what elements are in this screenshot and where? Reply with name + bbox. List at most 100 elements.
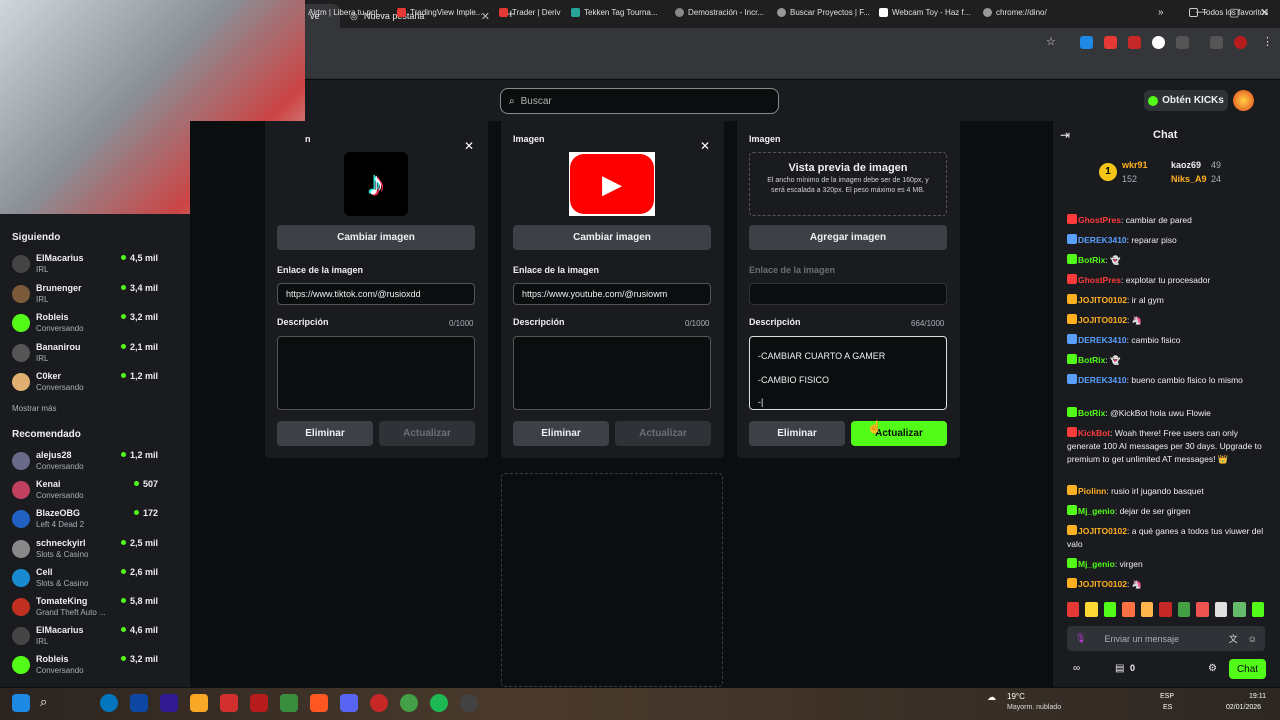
delete-button[interactable]: Eliminar — [749, 421, 845, 446]
premiere-icon[interactable] — [160, 694, 178, 712]
collapse-chat-icon[interactable]: ⇥ — [1060, 128, 1070, 142]
extension-icon[interactable] — [1152, 36, 1165, 49]
close-icon[interactable]: ✕ — [464, 139, 474, 153]
bookmark[interactable]: TradingView Imple... — [397, 5, 482, 19]
bookmark[interactable]: chrome://dino/ — [983, 5, 1047, 19]
chat-username[interactable]: JOJITO0102 — [1078, 579, 1127, 589]
sidebar-channel[interactable]: Bananirou IRL 2,1 mil — [12, 342, 182, 370]
language-indicator[interactable]: ESP — [1160, 693, 1174, 700]
bookmark[interactable]: Airtm | Libera tu pot... — [308, 5, 384, 19]
star-icon[interactable]: ☆ — [1046, 35, 1056, 48]
user-avatar[interactable] — [1233, 90, 1254, 111]
bookmark[interactable]: Webcam Toy - Haz f... — [879, 5, 970, 19]
close-icon[interactable]: ✕ — [700, 139, 710, 153]
emote-icon[interactable] — [1196, 602, 1209, 617]
image-link-input[interactable]: https://www.youtube.com/@rusiowm — [513, 283, 711, 305]
chat-username[interactable]: DEREK3410 — [1078, 335, 1127, 345]
obs-icon[interactable] — [460, 694, 478, 712]
chat-input[interactable]: 🎙 Enviar un mensaje 文 ☺ — [1067, 626, 1265, 651]
emoji-icon[interactable]: ☺ — [1248, 634, 1257, 644]
bookmark[interactable]: Tekken Tag Tourna... — [571, 5, 658, 19]
spotify-icon[interactable] — [430, 694, 448, 712]
get-kicks-button[interactable]: Obtén KICKs — [1144, 90, 1228, 111]
sidebar-channel[interactable]: Robleis Conversando 3,2 mil — [12, 312, 182, 340]
description-textarea[interactable] — [277, 336, 475, 410]
chevron-right-icon[interactable]: » — [1158, 5, 1164, 19]
clock-date[interactable]: 02/01/2026 — [1226, 704, 1261, 711]
profile-icon[interactable] — [1234, 36, 1247, 49]
windows-start-icon[interactable] — [12, 694, 30, 712]
sidebar-channel[interactable]: Cell Slots & Casino 2,6 mil — [12, 567, 182, 595]
microphone-icon[interactable]: 🎙 — [1075, 633, 1086, 644]
explorer-icon[interactable] — [190, 694, 208, 712]
gear-icon[interactable]: ⚙ — [1208, 663, 1217, 674]
keyboard-indicator[interactable]: ES — [1163, 704, 1172, 711]
add-image-button[interactable]: Agregar imagen — [749, 225, 947, 250]
extension-icon[interactable] — [1128, 36, 1141, 49]
description-textarea[interactable] — [513, 336, 711, 410]
update-button[interactable]: Actualizar — [379, 421, 475, 446]
chat-username[interactable]: GhostPres — [1078, 215, 1121, 225]
image-link-input[interactable] — [749, 283, 947, 305]
delete-button[interactable]: Eliminar — [277, 421, 373, 446]
emote-icon[interactable] — [1140, 602, 1154, 617]
chat-username[interactable]: Mj_genio — [1078, 559, 1115, 569]
emote-icon[interactable] — [1251, 602, 1264, 617]
sidebar-channel[interactable]: Kenai Conversando 507 — [12, 479, 182, 507]
show-more-link[interactable]: Mostrar más — [12, 404, 56, 413]
emote-icon[interactable] — [1233, 602, 1246, 617]
emote-icon[interactable] — [1159, 602, 1172, 617]
points-icon[interactable]: ▤ — [1115, 663, 1124, 674]
chat-username[interactable]: GhostPres — [1078, 275, 1121, 285]
chat-username[interactable]: BotRix — [1078, 408, 1105, 418]
update-button[interactable]: Actualizar — [615, 421, 711, 446]
bookmark[interactable]: Buscar Proyectos | F... — [777, 5, 870, 19]
emote-icon[interactable] — [1067, 602, 1080, 617]
chat-username[interactable]: KickBot — [1078, 428, 1110, 438]
extension-icon[interactable] — [1080, 36, 1093, 49]
chat-username[interactable]: Mj_genio — [1078, 506, 1115, 516]
sidebar-channel[interactable]: Brunenger IRL 3,4 mil — [12, 283, 182, 311]
chat-username[interactable]: DEREK3410 — [1078, 235, 1127, 245]
sidebar-channel[interactable]: C0ker Conversando 1,2 mil — [12, 371, 182, 399]
minecraft-icon[interactable] — [280, 694, 298, 712]
search-icon[interactable]: ⌕ — [40, 694, 58, 712]
chat-username[interactable]: JOJITO0102 — [1078, 315, 1127, 325]
chat-username[interactable]: JOJITO0102 — [1078, 295, 1127, 305]
sidebar-channel[interactable]: ElMacarius IRL 4,6 mil — [12, 625, 182, 653]
send-chat-button[interactable]: Chat — [1229, 659, 1266, 679]
image-preview-dropzone[interactable]: Vista previa de imagen El ancho mínimo d… — [749, 152, 947, 216]
bookmark[interactable]: Trader | Deriv — [499, 5, 560, 19]
sidebar-channel[interactable]: TomateKing Grand Theft Auto ... 5,8 mil — [12, 596, 182, 624]
chat-username[interactable]: Piolinn — [1078, 486, 1106, 496]
media-icon[interactable] — [1210, 36, 1223, 49]
description-textarea[interactable]: -CAMBIAR CUARTO A GAMER -CAMBIO FISICO -… — [749, 336, 947, 410]
translate-icon[interactable]: 文 — [1229, 632, 1238, 645]
chat-username[interactable]: DEREK3410 — [1078, 375, 1127, 385]
sidebar-channel[interactable]: BlazeOBG Left 4 Dead 2 172 — [12, 508, 182, 536]
bookmark[interactable]: Demostración - Incr... — [675, 5, 764, 19]
chat-username[interactable]: JOJITO0102 — [1078, 526, 1127, 536]
sidebar-channel[interactable]: alejus28 Conversando 1,2 mil — [12, 450, 182, 478]
chrome-icon[interactable] — [400, 694, 418, 712]
puzzle-icon[interactable] — [1176, 36, 1189, 49]
emote-icon[interactable] — [1177, 602, 1191, 617]
brave-icon[interactable] — [310, 694, 328, 712]
menu-icon[interactable]: ⋮ — [1262, 35, 1273, 48]
sidebar-channel[interactable]: ElMacarius IRL 4,5 mil — [12, 253, 182, 281]
emote-bar[interactable] — [1067, 602, 1265, 618]
deriv-icon[interactable] — [250, 694, 268, 712]
emote-icon[interactable] — [1085, 602, 1098, 617]
update-button[interactable]: Actualizar — [851, 421, 947, 446]
sidebar-channel[interactable]: schneckyirl Slots & Casino 2,5 mil — [12, 538, 182, 566]
emote-icon[interactable] — [1122, 602, 1135, 617]
chat-username[interactable]: BotRix — [1078, 355, 1105, 365]
all-bookmarks[interactable]: Todos los favoritos — [1189, 5, 1268, 19]
discord-icon[interactable] — [340, 694, 358, 712]
emote-icon[interactable] — [1103, 602, 1117, 617]
weather-icon[interactable]: ☁ — [987, 692, 996, 703]
add-panel-placeholder[interactable] — [501, 473, 723, 687]
delete-button[interactable]: Eliminar — [513, 421, 609, 446]
emote-icon[interactable] — [1214, 602, 1228, 617]
change-image-button[interactable]: Cambiar imagen — [277, 225, 475, 250]
